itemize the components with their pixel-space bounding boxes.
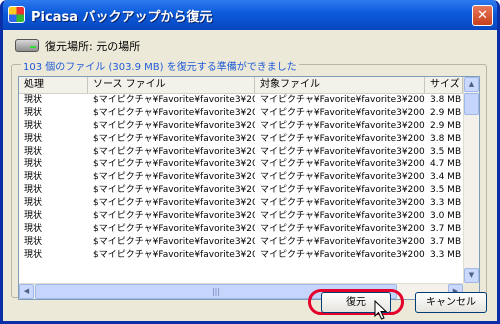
cell-target: マイピクチャ¥Favorite¥favorite3¥2005-t... [260,211,425,222]
cell-target: マイピクチャ¥Favorite¥favorite3¥2005-t... [260,107,425,118]
cell-target: マイピクチャ¥Favorite¥favorite3¥2005-t... [260,185,425,196]
table-row[interactable]: 現状 $マイピクチャ¥Favorite¥favorite3¥2005... マイ… [19,94,463,107]
column-header-action[interactable]: 処理 [19,77,88,93]
cell-source: $マイピクチャ¥Favorite¥favorite3¥2005... [93,95,255,105]
title-bar[interactable]: Picasa バックアップから復元 ✕ [3,0,497,30]
restore-dialog: Picasa バックアップから復元 ✕ 復元場所: 元の場所 103 個のファイ… [0,0,500,324]
group-title: 103 個のファイル (303.9 MB) を復元する準備ができました [21,58,299,73]
cell-source: $マイピクチャ¥Favorite¥favorite3¥2005... [93,159,255,170]
dialog-content: 復元場所: 元の場所 103 個のファイル (303.9 MB) を復元する準備… [3,30,497,321]
cell-target: マイピクチャ¥Favorite¥favorite3¥2005-t... [260,159,425,170]
cell-action: 現状 [24,223,43,234]
cell-target: マイピクチャ¥Favorite¥favorite3¥2005-t... [260,95,425,105]
restore-location: 復元場所: 元の場所 [45,40,141,53]
cell-source: $マイピクチャ¥Favorite¥favorite3¥2005... [93,133,255,144]
cell-size: 3.5 MB [430,146,462,157]
file-list[interactable]: 処理 ソース ファイル 対象ファイル サイズ 現状 $マイピクチャ¥Favori… [18,76,480,300]
cell-target: マイピクチャ¥Favorite¥favorite3¥2005-t... [260,172,425,183]
mouse-cursor-icon [374,300,388,320]
cell-source: $マイピクチャ¥Favorite¥favorite3¥2005... [93,211,255,222]
table-row[interactable]: 現状 $マイピクチャ¥Favorite¥favorite3¥2005... マイ… [19,133,463,146]
vertical-scrollbar[interactable]: ▲ ▼ [463,77,479,283]
cell-target: マイピクチャ¥Favorite¥favorite3¥2005-t... [260,120,425,131]
cell-source: $マイピクチャ¥Favorite¥favorite3¥2005... [93,107,255,118]
cancel-button[interactable]: キャンセル [415,292,487,313]
table-row[interactable]: 現状 $マイピクチャ¥Favorite¥favorite3¥2005... マイ… [19,223,463,236]
column-header-target-file[interactable]: 対象ファイル [255,77,425,93]
table-row[interactable]: 現状 $マイピクチャ¥Favorite¥favorite3¥2005... マイ… [19,107,463,120]
table-row[interactable]: 現状 $マイピクチャ¥Favorite¥favorite3¥2005... マイ… [19,210,463,223]
table-row[interactable]: 現状 $マイピクチャ¥Favorite¥favorite3¥2005... マイ… [19,120,463,133]
cell-action: 現状 [24,236,43,247]
cell-action: 現状 [24,95,43,105]
cell-size: 3.8 MB [430,95,462,105]
table-row[interactable]: 現状 $マイピクチャ¥Favorite¥favorite3¥2005... マイ… [19,184,463,197]
scroll-down-button[interactable]: ▼ [464,268,479,283]
table-row[interactable]: 現状 $マイピクチャ¥Favorite¥favorite3¥2005... マイ… [19,171,463,184]
cell-size: 3.3 MB [430,249,462,260]
cell-target: マイピクチャ¥Favorite¥favorite3¥2005-t... [260,249,425,260]
cell-action: 現状 [24,172,43,183]
close-button[interactable]: ✕ [472,5,493,26]
cell-source: $マイピクチャ¥Favorite¥favorite3¥2005... [93,236,255,247]
column-header-size[interactable]: サイズ [425,77,463,93]
cell-size: 2.9 MB [430,107,462,118]
list-rows: 現状 $マイピクチャ¥Favorite¥favorite3¥2005... マイ… [19,94,463,262]
cell-size: 3.3 MB [430,198,462,209]
table-row[interactable]: 現状 $マイピクチャ¥Favorite¥favorite3¥2005... マイ… [19,146,463,159]
scroll-left-button[interactable]: ◀ [19,284,34,299]
cell-size: 3.7 MB [430,236,462,247]
cell-size: 3.0 MB [430,211,462,222]
cell-size: 3.4 MB [430,172,462,183]
cell-target: マイピクチャ¥Favorite¥favorite3¥2005-t... [260,198,425,209]
table-row[interactable]: 現状 $マイピクチャ¥Favorite¥favorite3¥2005... マイ… [19,197,463,210]
cell-size: 2.9 MB [430,120,462,131]
cell-source: $マイピクチャ¥Favorite¥favorite3¥2005... [93,185,255,196]
vertical-scroll-thumb[interactable] [464,93,479,115]
cell-action: 現状 [24,198,43,209]
cell-size: 3.7 MB [430,223,462,234]
cell-target: マイピクチャ¥Favorite¥favorite3¥2005-t... [260,146,425,157]
cell-action: 現状 [24,146,43,157]
cell-source: $マイピクチャ¥Favorite¥favorite3¥2005... [93,249,255,260]
cell-target: マイピクチャ¥Favorite¥favorite3¥2005-t... [260,133,425,144]
cell-size: 3.5 MB [430,185,462,196]
picasa-icon [8,6,25,23]
scroll-up-button[interactable]: ▲ [464,77,479,92]
cell-action: 現状 [24,107,43,118]
cell-source: $マイピクチャ¥Favorite¥favorite3¥2005... [93,198,255,209]
window-title: Picasa バックアップから復元 [31,10,213,25]
cell-action: 現状 [24,211,43,222]
table-row[interactable]: 現状 $マイピクチャ¥Favorite¥favorite3¥2005... マイ… [19,249,463,262]
cell-action: 現状 [24,185,43,196]
cell-action: 現状 [24,159,43,170]
table-row[interactable]: 現状 $マイピクチャ¥Favorite¥favorite3¥2005... マイ… [19,158,463,171]
cell-action: 現状 [24,120,43,131]
cell-target: マイピクチャ¥Favorite¥favorite3¥2005-t... [260,236,425,247]
column-header-source-file[interactable]: ソース ファイル [88,77,255,93]
cell-action: 現状 [24,249,43,260]
cell-source: $マイピクチャ¥Favorite¥favorite3¥2005... [93,172,255,183]
cell-size: 4.7 MB [430,159,462,170]
cell-source: $マイピクチャ¥Favorite¥favorite3¥2005... [93,120,255,131]
cell-source: $マイピクチャ¥Favorite¥favorite3¥2005... [93,146,255,157]
cell-size: 3.8 MB [430,133,462,144]
table-row[interactable]: 現状 $マイピクチャ¥Favorite¥favorite3¥2005... マイ… [19,236,463,249]
cell-target: マイピクチャ¥Favorite¥favorite3¥2005-t... [260,223,425,234]
cell-action: 現状 [24,133,43,144]
hard-drive-icon [15,39,39,52]
cell-source: $マイピクチャ¥Favorite¥favorite3¥2005... [93,223,255,234]
list-header: 処理 ソース ファイル 対象ファイル サイズ [19,77,463,94]
